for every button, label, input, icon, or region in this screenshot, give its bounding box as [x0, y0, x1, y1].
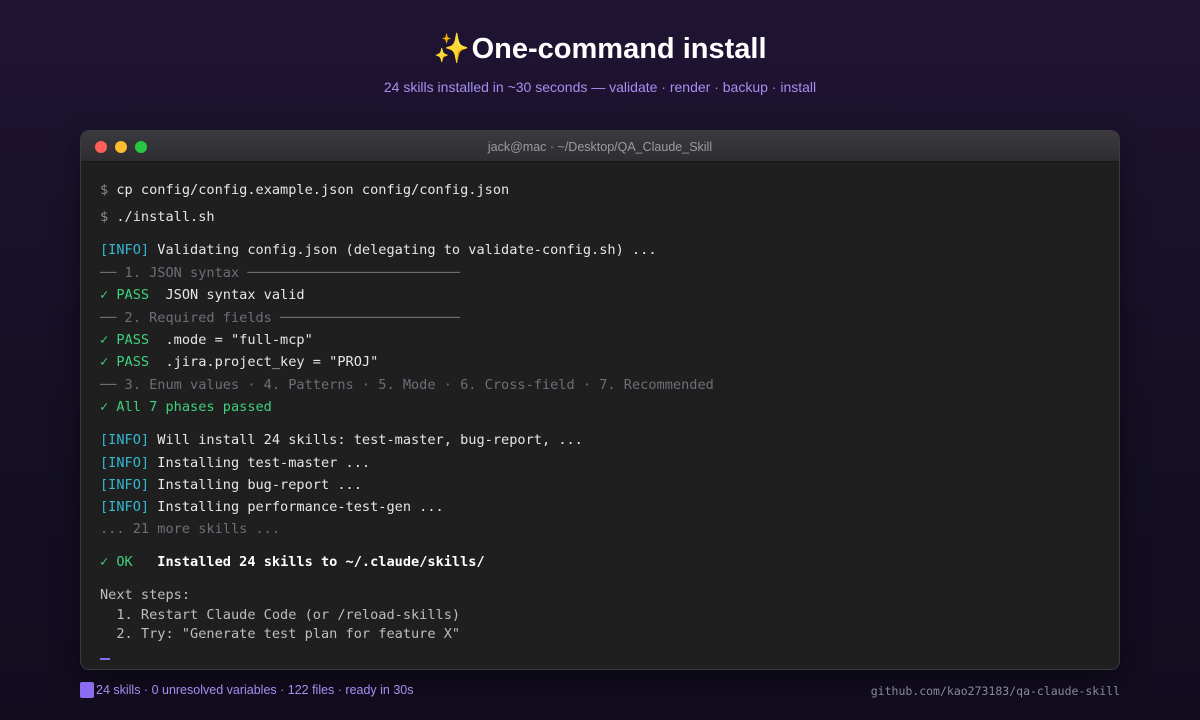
- output-text: Installing bug-report ...: [149, 477, 362, 493]
- output-line: [INFO] Will install 24 skills: test-mast…: [100, 431, 583, 449]
- hero-title-text: One-command install: [471, 33, 767, 65]
- more-skills-line: ... 21 more skills ...: [100, 521, 281, 537]
- ok-tag: ✓ OK: [100, 554, 133, 570]
- output-text: Installing test-master ...: [149, 455, 371, 471]
- output-text: .jira.project_key = "PROJ": [149, 354, 379, 370]
- hero-title: ✨One-command install: [0, 32, 1200, 66]
- command-text: cp config/config.example.json config/con…: [116, 182, 510, 198]
- output-text: Will install 24 skills: test-master, bug…: [149, 432, 583, 448]
- output-line: ✓ PASS .mode = "full-mcp": [100, 331, 313, 349]
- pass-tag: ✓ PASS: [100, 354, 150, 370]
- terminal-output[interactable]: $ cp config/config.example.json config/c…: [81, 162, 1119, 669]
- command-line: $ ./install.sh: [100, 208, 215, 226]
- section-header: ── 1. JSON syntax ──────────────────────…: [100, 265, 461, 281]
- terminal-window: jack@mac · ~/Desktop/QA_Claude_Skill $ c…: [80, 130, 1120, 670]
- next-steps-heading: Next steps:: [100, 587, 191, 603]
- footer-stats: 24 skills · 0 unresolved variables · 122…: [80, 682, 414, 698]
- prompt-symbol: $: [100, 182, 109, 198]
- info-tag: [INFO]: [100, 499, 150, 515]
- info-tag: [INFO]: [100, 477, 150, 493]
- all-passed-line: ✓ All 7 phases passed: [100, 399, 272, 415]
- pass-tag: ✓ PASS: [100, 287, 150, 303]
- ok-line: ✓ OK Installed 24 skills to ~/.claude/sk…: [100, 553, 485, 571]
- terminal-titlebar: jack@mac · ~/Desktop/QA_Claude_Skill: [81, 131, 1119, 162]
- skills-square-icon: [80, 682, 94, 698]
- repo-link[interactable]: github.com/kao273183/qa-claude-skill: [871, 684, 1120, 698]
- next-step-item: 1. Restart Claude Code (or /reload-skill…: [100, 607, 461, 623]
- next-step-item: 2. Try: "Generate test plan for feature …: [100, 626, 461, 642]
- output-line: [INFO] Installing performance-test-gen .…: [100, 498, 444, 516]
- output-line: [INFO] Installing test-master ...: [100, 454, 370, 472]
- footer-stats-text: 24 skills · 0 unresolved variables · 122…: [96, 683, 414, 697]
- prompt-symbol: $: [100, 209, 109, 225]
- output-text: JSON syntax valid: [149, 287, 305, 303]
- command-line: $ cp config/config.example.json config/c…: [100, 181, 509, 199]
- ok-text: Installed 24 skills to ~/.claude/skills/: [132, 554, 485, 570]
- section-header: ── 2. Required fields ──────────────────…: [100, 310, 461, 326]
- hero-subtitle: 24 skills installed in ~30 seconds — val…: [383, 79, 817, 95]
- pass-tag: ✓ PASS: [100, 332, 150, 348]
- output-line: ✓ PASS JSON syntax valid: [100, 286, 305, 304]
- output-text: Installing performance-test-gen ...: [149, 499, 444, 515]
- output-text: .mode = "full-mcp": [149, 332, 313, 348]
- sparkle-icon: ✨: [433, 33, 470, 65]
- output-line: [INFO] Validating config.json (delegatin…: [100, 241, 657, 259]
- output-line: [INFO] Installing bug-report ...: [100, 476, 362, 494]
- terminal-window-title: jack@mac · ~/Desktop/QA_Claude_Skill: [487, 140, 713, 154]
- section-header: ── 3. Enum values · 4. Patterns · 5. Mod…: [100, 377, 714, 393]
- info-tag: [INFO]: [100, 432, 150, 448]
- output-line: ✓ PASS .jira.project_key = "PROJ": [100, 353, 378, 371]
- command-text: ./install.sh: [116, 209, 215, 225]
- info-tag: [INFO]: [100, 242, 150, 258]
- info-tag: [INFO]: [100, 455, 150, 471]
- output-text: Validating config.json (delegating to va…: [149, 242, 657, 258]
- terminal-cursor: [100, 658, 110, 660]
